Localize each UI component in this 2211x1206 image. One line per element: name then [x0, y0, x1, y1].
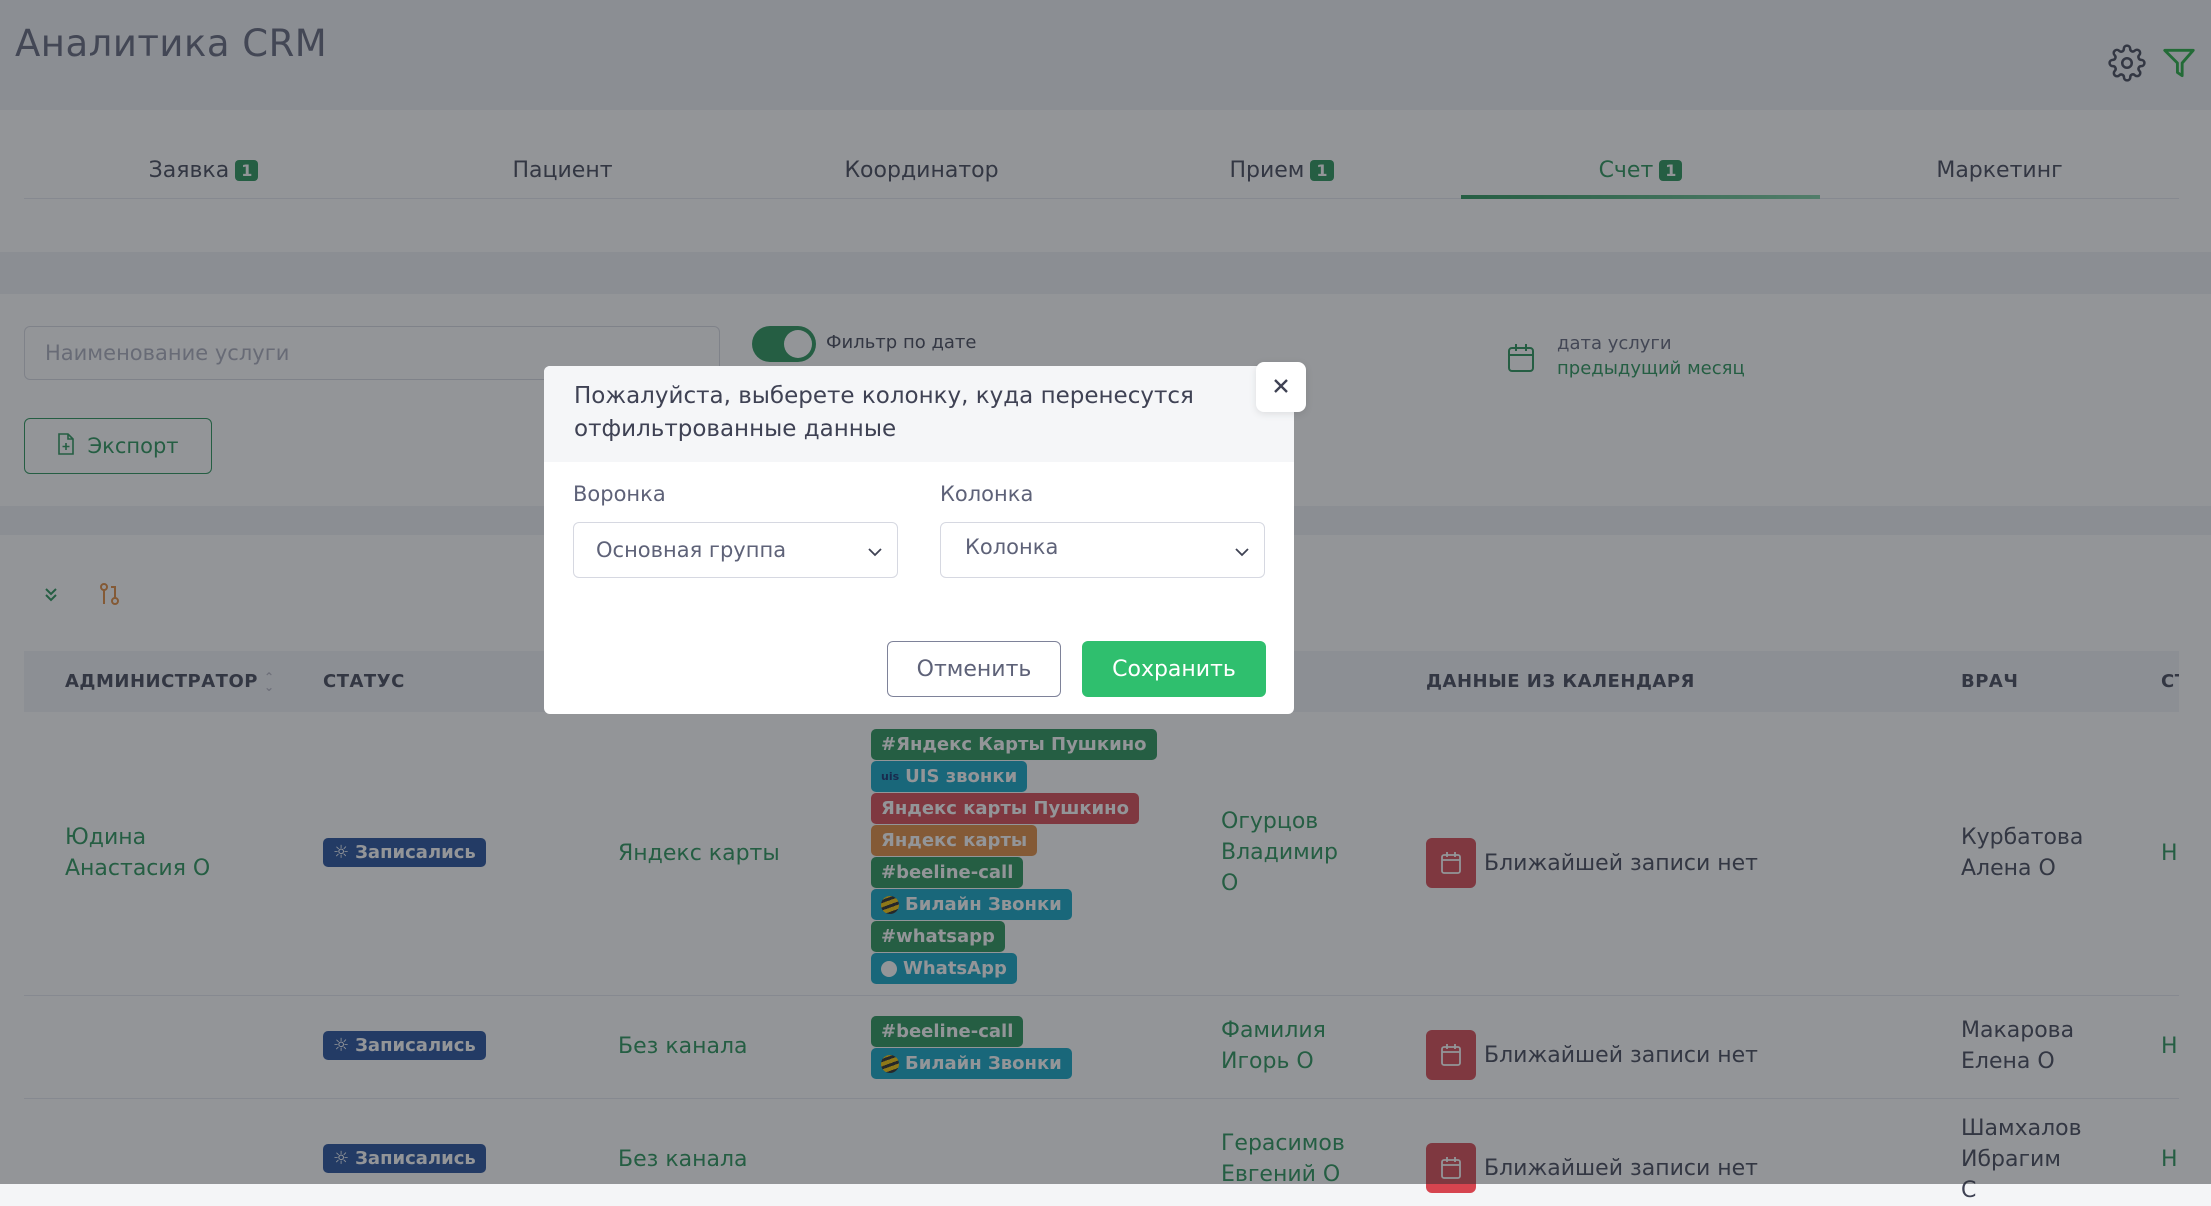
funnel-select[interactable]: Основная группа [573, 522, 898, 578]
column-select[interactable]: Колонка [940, 522, 1265, 578]
funnel-select-value: Основная группа [596, 538, 787, 562]
column-label: Колонка [940, 482, 1034, 506]
column-select-placeholder: Колонка [965, 535, 1059, 559]
funnel-label: Воронка [573, 482, 666, 506]
chevron-down-icon [1234, 538, 1250, 562]
save-button[interactable]: Сохранить [1082, 641, 1266, 697]
move-data-modal: Пожалуйста, выберете колонку, куда перен… [544, 366, 1294, 714]
close-icon [1272, 377, 1290, 398]
cancel-button[interactable]: Отменить [887, 641, 1061, 697]
chevron-down-icon [867, 538, 883, 562]
close-button[interactable] [1256, 362, 1306, 412]
modal-title: Пожалуйста, выберете колонку, куда перен… [574, 383, 1194, 442]
